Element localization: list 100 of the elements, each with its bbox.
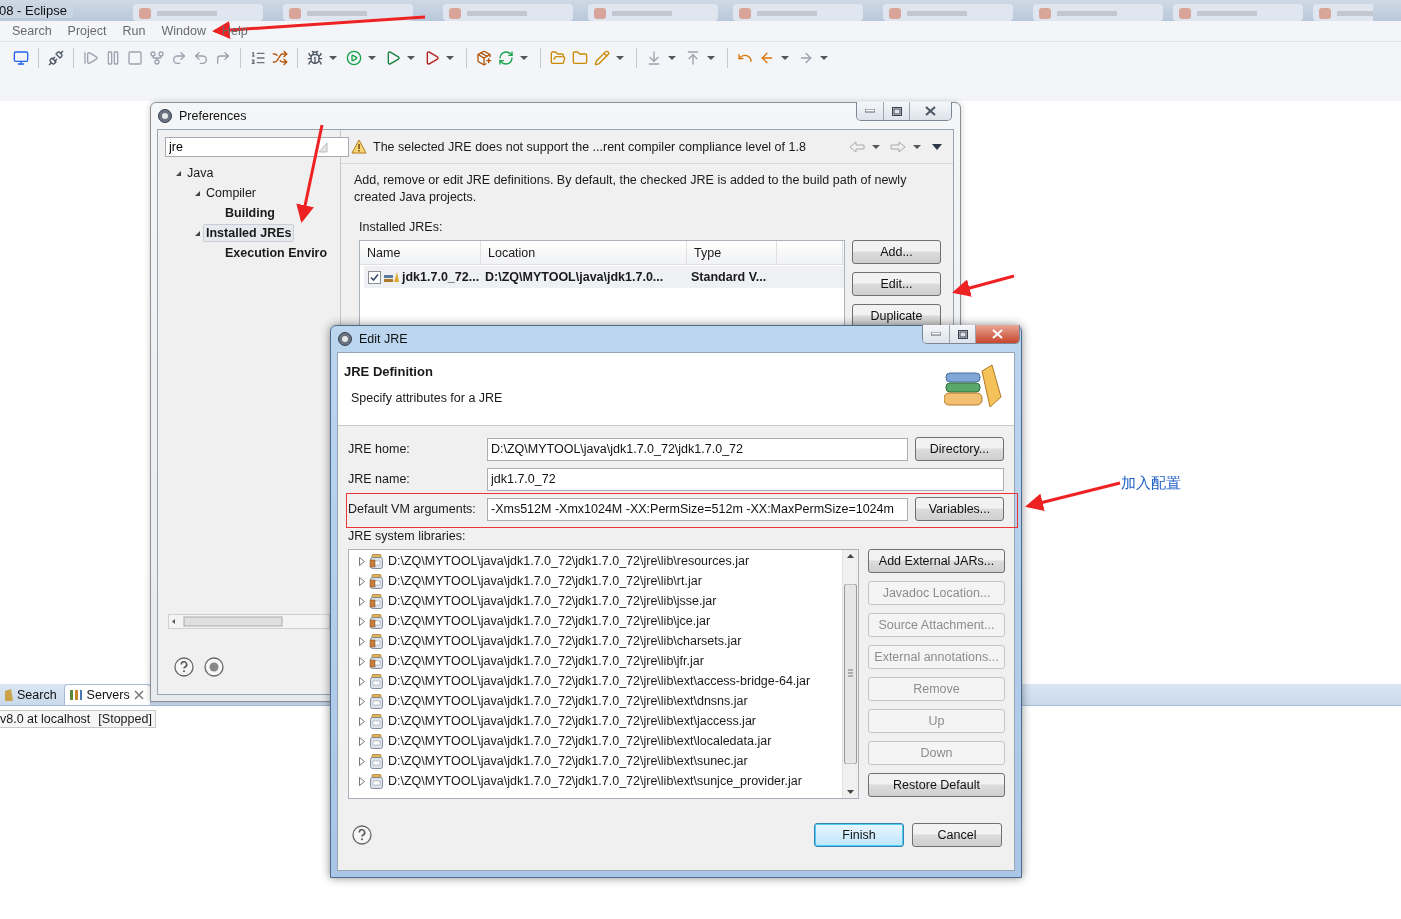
refresh-icon[interactable] [497, 48, 515, 67]
run-icon[interactable] [345, 48, 363, 67]
window-title: 08 - Eclipse [0, 3, 73, 18]
scroll-thumb[interactable] [844, 584, 857, 764]
caret-icon[interactable] [616, 55, 624, 60]
unplug-icon[interactable] [47, 48, 65, 67]
scrollbar[interactable] [842, 550, 858, 798]
text-field[interactable]: -Xms512M -Xmx1024M -XX:PermSize=512m -XX:MaxPermSize=1024m [487, 497, 908, 521]
dialog-button[interactable]: Duplicate [852, 304, 941, 328]
checkbox[interactable] [368, 270, 381, 284]
menu-item[interactable]: Search [4, 24, 60, 38]
caret-icon[interactable] [913, 144, 921, 149]
caret-icon[interactable] [668, 55, 676, 60]
field-label: Default VM arguments: [348, 502, 477, 516]
close-icon[interactable] [133, 690, 144, 700]
menu-item[interactable]: Run [114, 24, 154, 38]
dialog-button[interactable]: Variables... [915, 497, 1004, 521]
column-header[interactable]: Type [687, 241, 777, 264]
library-item[interactable]: D:\ZQ\MYTOOL\java\jdk1.7.0_72\jdk1.7.0_72\jre\lib\jfr.jar [388, 654, 704, 668]
filter-field[interactable]: jre [165, 137, 349, 157]
field-label: JRE name: [348, 472, 411, 486]
caret-icon[interactable] [520, 55, 528, 60]
library-item[interactable]: D:\ZQ\MYTOOL\java\jdk1.7.0_72\jdk1.7.0_72\jre\lib\ext\dnsns.jar [388, 694, 748, 708]
table-cell: jdk1.7.0_72... [402, 270, 480, 284]
gear-icon [337, 331, 353, 347]
folder-open-icon[interactable] [549, 48, 567, 67]
caret-icon[interactable] [872, 144, 880, 149]
caret-icon[interactable] [407, 55, 415, 60]
tree-item[interactable]: Building [222, 204, 278, 222]
menu-item[interactable]: Project [59, 24, 115, 38]
view-tab[interactable]: Servers [63, 684, 151, 705]
caret-icon[interactable] [781, 55, 789, 60]
record-icon[interactable] [204, 656, 224, 677]
maximize-icon [891, 106, 902, 116]
close-button[interactable] [909, 102, 951, 120]
dialog-button[interactable]: Finish [814, 822, 904, 847]
text-field[interactable]: jdk1.7.0_72 [487, 467, 1004, 491]
bug-icon[interactable] [306, 48, 324, 67]
close-icon [925, 106, 936, 116]
package-icon[interactable] [475, 48, 493, 67]
dialog-button[interactable]: Add... [852, 240, 941, 264]
tree-item[interactable]: Installed JREs [203, 224, 295, 242]
dialog-button[interactable]: Restore Default [868, 773, 1005, 797]
fork-icon[interactable] [148, 48, 166, 67]
text-field[interactable]: D:\ZQ\MYTOOL\java\jdk1.7.0_72\jdk1.7.0_72 [487, 437, 908, 461]
server-icon [68, 689, 83, 701]
library-item[interactable]: D:\ZQ\MYTOOL\java\jdk1.7.0_72\jdk1.7.0_72\jre\lib\rt.jar [388, 574, 702, 588]
caret-icon[interactable] [329, 55, 337, 60]
library-item[interactable]: D:\ZQ\MYTOOL\java\jdk1.7.0_72\jdk1.7.0_72\jre\lib\charsets.jar [388, 634, 742, 648]
maximize-button[interactable] [883, 102, 909, 120]
minimize-icon [931, 332, 941, 336]
library-item[interactable]: D:\ZQ\MYTOOL\java\jdk1.7.0_72\jdk1.7.0_72\jre\lib\ext\sunec.jar [388, 754, 748, 768]
tree-item[interactable]: Execution Enviro [222, 244, 331, 262]
menu-caret-icon[interactable] [931, 142, 943, 151]
dialog-title: Edit JRE [359, 332, 408, 346]
dialog-button[interactable]: Cancel [912, 822, 1002, 847]
dialog-button[interactable]: Add External JARs... [868, 549, 1005, 573]
eraser-icon[interactable] [316, 141, 328, 153]
tree-item[interactable]: Java [184, 164, 217, 182]
column-header[interactable]: Location [481, 241, 687, 264]
library-item[interactable]: D:\ZQ\MYTOOL\java\jdk1.7.0_72\jdk1.7.0_72\jre\lib\jce.jar [388, 614, 711, 628]
jar-icon [369, 613, 384, 629]
section-label: Installed JREs: [359, 220, 444, 234]
field-label: JRE home: [348, 442, 411, 456]
expanded-triangle-icon[interactable] [174, 169, 182, 177]
jar-icon [369, 593, 384, 609]
scrollbar[interactable] [168, 614, 330, 629]
maximize-button[interactable] [949, 325, 975, 343]
caret-icon[interactable] [446, 55, 454, 60]
expanded-triangle-icon[interactable] [193, 229, 201, 237]
shuffle-icon[interactable] [271, 48, 289, 67]
library-item[interactable]: D:\ZQ\MYTOOL\java\jdk1.7.0_72\jdk1.7.0_72\jre\lib\ext\jaccess.jar [388, 714, 756, 728]
jar-icon [369, 753, 384, 769]
library-item[interactable]: D:\ZQ\MYTOOL\java\jdk1.7.0_72\jdk1.7.0_72\jre\lib\ext\localedata.jar [388, 734, 772, 748]
dialog-button[interactable]: Edit... [852, 272, 941, 296]
annotation-arrow [952, 274, 1015, 297]
server-entry[interactable]: v8.0 at localhost [Stopped] [0, 710, 156, 728]
monitor-icon[interactable] [12, 48, 30, 67]
caret-icon[interactable] [820, 55, 828, 60]
help-icon[interactable] [174, 656, 194, 677]
close-button[interactable] [975, 325, 1019, 343]
help-icon[interactable] [352, 824, 372, 845]
tree-item[interactable]: Compiler [203, 184, 259, 202]
folder-icon[interactable] [571, 48, 589, 67]
dialog-button[interactable]: Directory... [915, 437, 1004, 461]
gear-icon [157, 108, 173, 124]
caret-icon[interactable] [368, 55, 376, 60]
jar-icon [369, 713, 384, 729]
caret-icon[interactable] [707, 55, 715, 60]
view-tab[interactable]: Search [0, 684, 64, 705]
jar-icon [369, 733, 384, 749]
pencil-icon[interactable] [593, 48, 611, 67]
expanded-triangle-icon[interactable] [193, 189, 201, 197]
menu-item[interactable]: Window [153, 24, 214, 38]
library-item[interactable]: D:\ZQ\MYTOOL\java\jdk1.7.0_72\jdk1.7.0_72\jre\lib\jsse.jar [388, 594, 717, 608]
dialog-title: Preferences [179, 109, 247, 123]
library-item[interactable]: D:\ZQ\MYTOOL\java\jdk1.7.0_72\jdk1.7.0_72\jre\lib\ext\sunjce_provider.jar [388, 774, 802, 788]
column-header[interactable]: Name [360, 241, 481, 264]
library-item[interactable]: D:\ZQ\MYTOOL\java\jdk1.7.0_72\jdk1.7.0_72\jre\lib\resources.jar [388, 554, 750, 568]
library-item[interactable]: D:\ZQ\MYTOOL\java\jdk1.7.0_72\jdk1.7.0_72\jre\lib\ext\access-bridge-64.jar [388, 674, 811, 688]
